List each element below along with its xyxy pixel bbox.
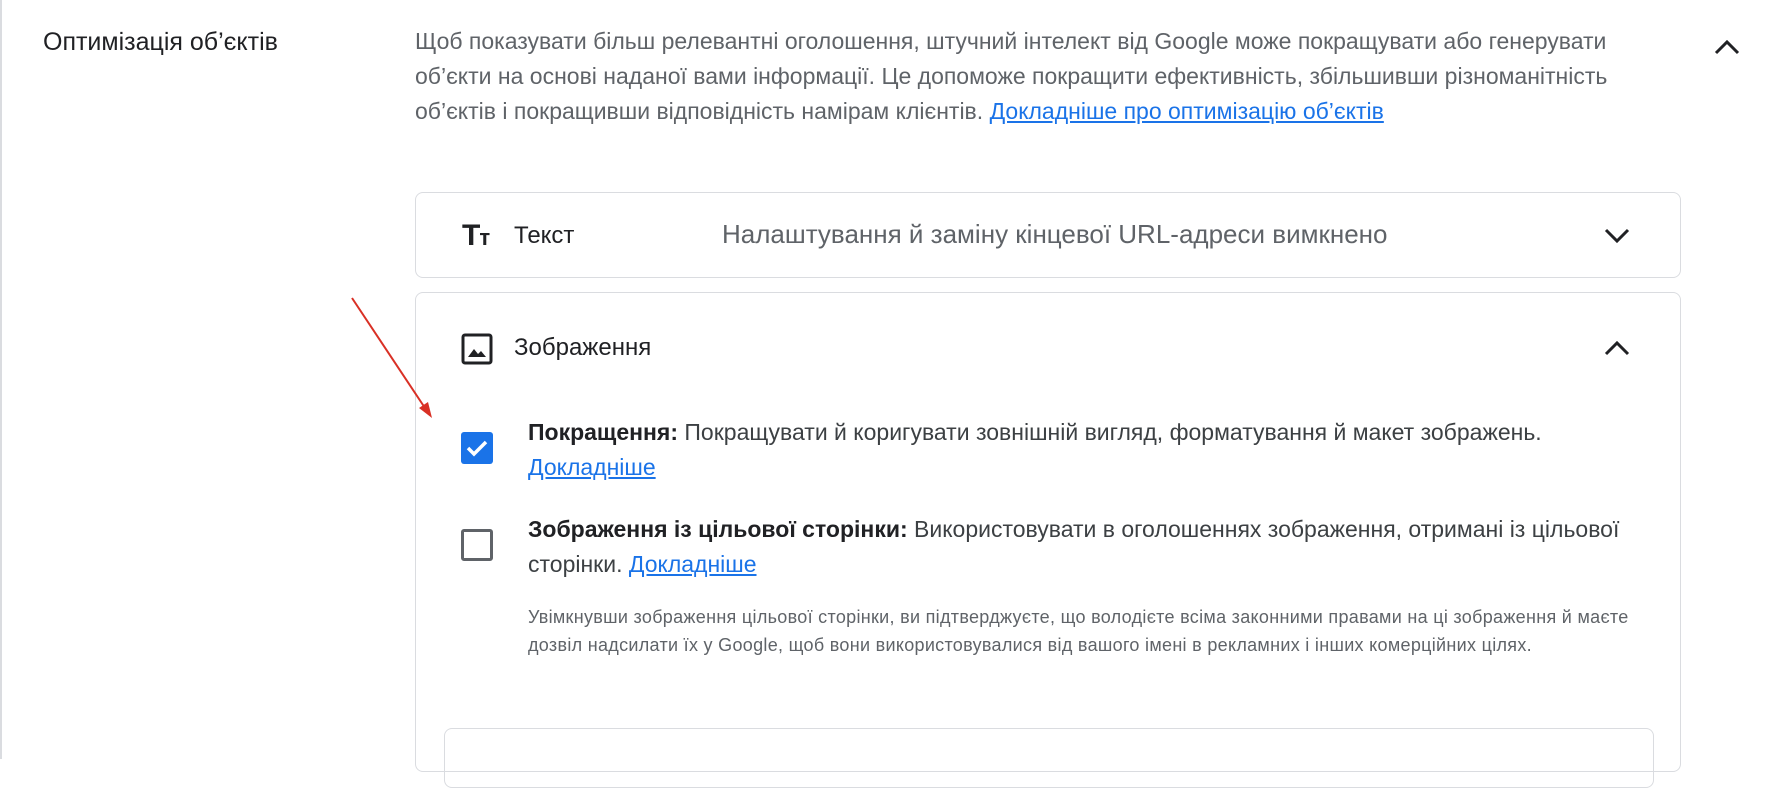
image-card-label: Зображення <box>514 334 652 361</box>
chevron-up-icon <box>1604 340 1630 356</box>
text-asset-card[interactable]: Tт Текст Налаштування й заміну кінцевої … <box>415 192 1681 278</box>
inner-card <box>444 728 1654 788</box>
checkmark-icon <box>466 440 488 457</box>
image-card-collapse-button[interactable] <box>1600 331 1634 365</box>
enhancement-description: Покращувати й коригувати зовнішній вигля… <box>684 419 1542 445</box>
image-asset-card: Зображення Покращення: Покращувати й кор… <box>415 292 1681 788</box>
landing-page-images-option-text: Зображення із цільової сторінки: Викорис… <box>528 512 1648 582</box>
section-collapse-button[interactable] <box>1710 30 1744 64</box>
chevron-up-icon <box>1714 39 1740 55</box>
learn-more-asset-optimization-link[interactable]: Докладніше про оптимізацію об’єктів <box>990 98 1384 124</box>
enhancement-learn-more-link[interactable]: Докладніше <box>528 454 656 480</box>
section-description: Щоб показувати більш релевантні оголошен… <box>415 24 1655 129</box>
image-icon <box>461 333 493 365</box>
section-title: Оптимізація об’єктів <box>43 28 278 56</box>
enhancement-option-text: Покращення: Покращувати й коригувати зов… <box>528 415 1648 485</box>
landing-page-images-checkbox[interactable] <box>461 529 493 561</box>
text-card-label: Текст <box>514 222 575 249</box>
page-left-border <box>0 0 2 759</box>
text-card-status: Налаштування й заміну кінцевої URL-адрес… <box>722 219 1388 249</box>
landing-page-images-title: Зображення із цільової сторінки: <box>528 516 908 542</box>
text-card-expand-button[interactable] <box>1600 219 1634 253</box>
text-format-icon: Tт <box>462 219 490 252</box>
enhancement-title: Покращення: <box>528 419 678 445</box>
enhancement-checkbox[interactable] <box>461 432 493 464</box>
chevron-down-icon <box>1604 228 1630 244</box>
landing-page-images-learn-more-link[interactable]: Докладніше <box>629 551 757 577</box>
landing-page-images-note: Увімкнувши зображення цільової сторінки,… <box>528 607 1629 655</box>
